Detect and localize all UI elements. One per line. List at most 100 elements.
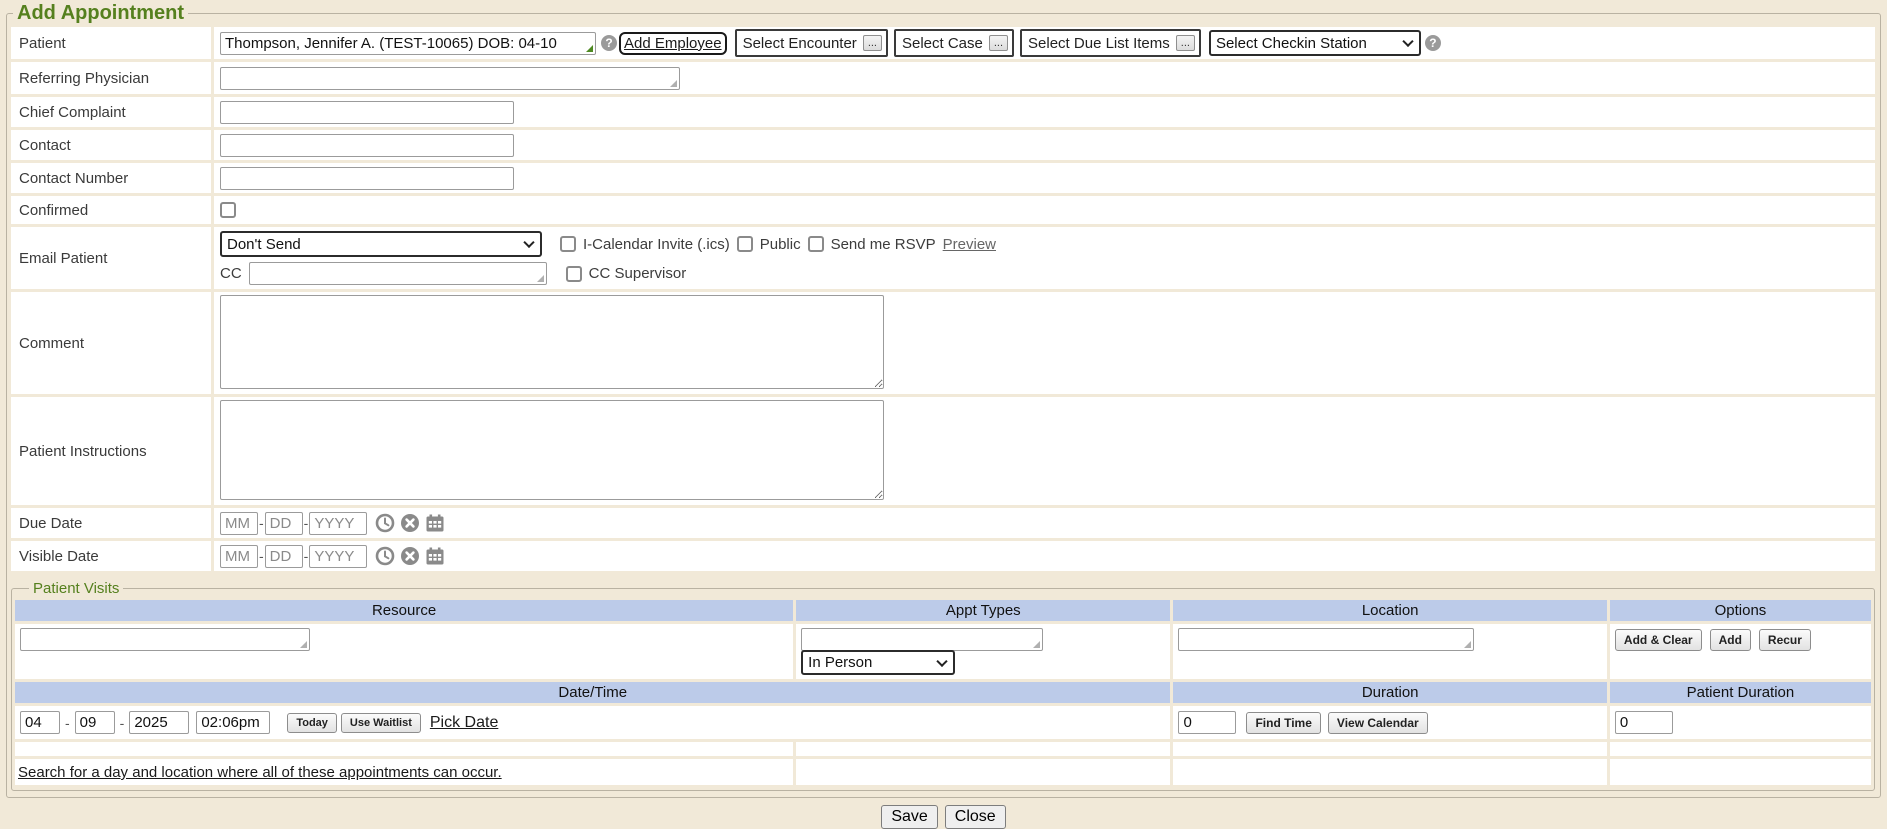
clock-icon[interactable] xyxy=(375,546,395,566)
select-due-list-box: Select Due List Items ... xyxy=(1020,29,1201,57)
public-label: Public xyxy=(760,236,801,253)
visible-date-year-input[interactable] xyxy=(309,545,367,568)
date-time-column-header: Date/Time xyxy=(15,682,1170,703)
cc-supervisor-checkbox[interactable] xyxy=(566,266,582,282)
due-date-month-input[interactable] xyxy=(220,512,258,535)
view-calendar-button[interactable]: View Calendar xyxy=(1328,712,1428,734)
duration-column-header: Duration xyxy=(1173,682,1606,703)
select-case-button[interactable]: ... xyxy=(989,35,1008,51)
patient-instructions-textarea[interactable] xyxy=(220,400,884,500)
send-me-rsvp-label: Send me RSVP xyxy=(831,236,936,253)
pick-date-link[interactable]: Pick Date xyxy=(430,714,498,732)
clock-icon[interactable] xyxy=(375,513,395,533)
clear-icon[interactable] xyxy=(400,513,420,533)
visible-date-month-input[interactable] xyxy=(220,545,258,568)
location-input[interactable] xyxy=(1178,628,1474,651)
clear-icon[interactable] xyxy=(400,546,420,566)
cc-supervisor-label: CC Supervisor xyxy=(589,265,687,282)
resource-column-header: Resource xyxy=(15,600,793,621)
public-checkbox[interactable] xyxy=(737,236,753,252)
add-button[interactable]: Add xyxy=(1710,629,1751,651)
email-patient-label: Email Patient xyxy=(11,227,211,289)
chief-complaint-input[interactable] xyxy=(220,101,514,124)
patient-instructions-row: Patient Instructions xyxy=(11,397,1875,505)
email-send-select[interactable]: Don't Send xyxy=(220,231,542,257)
visit-year-input[interactable] xyxy=(129,711,189,734)
send-me-rsvp-checkbox[interactable] xyxy=(808,236,824,252)
select-encounter-label: Select Encounter xyxy=(743,35,857,52)
referring-physician-row: Referring Physician xyxy=(11,62,1875,94)
referring-physician-input[interactable] xyxy=(220,67,680,90)
duration-cell: Find Time View Calendar xyxy=(1173,706,1606,739)
cc-label: CC xyxy=(220,265,242,282)
visit-month-input[interactable] xyxy=(20,711,60,734)
referring-physician-label: Referring Physician xyxy=(11,62,211,94)
contact-row: Contact xyxy=(11,130,1875,160)
use-waitlist-button[interactable]: Use Waitlist xyxy=(341,713,421,733)
visit-day-input[interactable] xyxy=(75,711,115,734)
page-title: Add Appointment xyxy=(13,2,188,25)
contact-number-input[interactable] xyxy=(220,167,514,190)
search-day-location-link[interactable]: Search for a day and location where all … xyxy=(18,764,502,781)
contact-number-label: Contact Number xyxy=(11,163,211,193)
help-icon[interactable]: ? xyxy=(601,35,617,51)
add-appointment-form: Add Appointment Patient ? Add Employee S… xyxy=(6,2,1881,798)
patient-duration-column-header: Patient Duration xyxy=(1610,682,1871,703)
confirmed-checkbox[interactable] xyxy=(220,202,236,218)
calendar-icon[interactable] xyxy=(425,513,445,533)
find-time-button[interactable]: Find Time xyxy=(1246,712,1320,734)
appt-types-column-header: Appt Types xyxy=(796,600,1170,621)
calendar-icon[interactable] xyxy=(425,546,445,566)
visible-date-day-input[interactable] xyxy=(265,545,303,568)
patient-visits-section: Patient Visits Resource Appt Types Locat… xyxy=(11,580,1875,791)
cc-input[interactable] xyxy=(249,262,547,285)
visit-time-input[interactable] xyxy=(196,711,270,734)
contact-label: Contact xyxy=(11,130,211,160)
select-due-list-button[interactable]: ... xyxy=(1176,35,1195,51)
close-button[interactable]: Close xyxy=(945,805,1006,829)
due-date-row: Due Date - - xyxy=(11,508,1875,538)
chief-complaint-row: Chief Complaint xyxy=(11,97,1875,127)
patient-row: Patient ? Add Employee Select Encounter … xyxy=(11,27,1875,59)
comment-textarea[interactable] xyxy=(220,295,884,389)
due-date-label: Due Date xyxy=(11,508,211,538)
visible-date-row: Visible Date - - xyxy=(11,541,1875,571)
add-employee-link[interactable]: Add Employee xyxy=(624,35,722,52)
save-button[interactable]: Save xyxy=(881,805,937,829)
options-cell: Add & Clear Add Recur xyxy=(1610,624,1871,679)
today-button[interactable]: Today xyxy=(287,713,337,733)
patient-visits-table: Resource Appt Types Location Options xyxy=(15,600,1871,785)
resource-cell xyxy=(15,624,793,679)
preview-link[interactable]: Preview xyxy=(943,236,996,253)
duration-input[interactable] xyxy=(1178,711,1236,734)
patient-input[interactable] xyxy=(220,32,596,55)
appt-types-input[interactable] xyxy=(801,628,1043,651)
patient-duration-input[interactable] xyxy=(1615,711,1673,734)
ical-invite-label: I-Calendar Invite (.ics) xyxy=(583,236,730,253)
chief-complaint-label: Chief Complaint xyxy=(11,97,211,127)
appt-mode-select[interactable]: In Person xyxy=(801,650,955,675)
footer-actions: Save Close xyxy=(0,805,1887,829)
recur-button[interactable]: Recur xyxy=(1759,629,1811,651)
help-icon[interactable]: ? xyxy=(1425,35,1441,51)
visible-date-label: Visible Date xyxy=(11,541,211,571)
select-case-box: Select Case ... xyxy=(894,29,1014,57)
ical-invite-checkbox[interactable] xyxy=(560,236,576,252)
date-time-cell: - - Today Use Waitlist Pick Date xyxy=(15,706,1170,739)
due-date-year-input[interactable] xyxy=(309,512,367,535)
search-cell: Search for a day and location where all … xyxy=(15,759,793,785)
comment-row: Comment xyxy=(11,292,1875,394)
patient-visits-legend: Patient Visits xyxy=(29,580,123,597)
due-date-day-input[interactable] xyxy=(265,512,303,535)
contact-input[interactable] xyxy=(220,134,514,157)
checkin-station-select[interactable]: Select Checkin Station xyxy=(1209,30,1421,56)
resource-input[interactable] xyxy=(20,628,310,651)
patient-label: Patient xyxy=(11,27,211,59)
add-and-clear-button[interactable]: Add & Clear xyxy=(1615,629,1702,651)
select-encounter-button[interactable]: ... xyxy=(863,35,882,51)
select-case-label: Select Case xyxy=(902,35,983,52)
select-due-list-label: Select Due List Items xyxy=(1028,35,1170,52)
appt-types-cell: In Person xyxy=(796,624,1170,679)
patient-duration-cell xyxy=(1610,706,1871,739)
comment-label: Comment xyxy=(11,292,211,394)
